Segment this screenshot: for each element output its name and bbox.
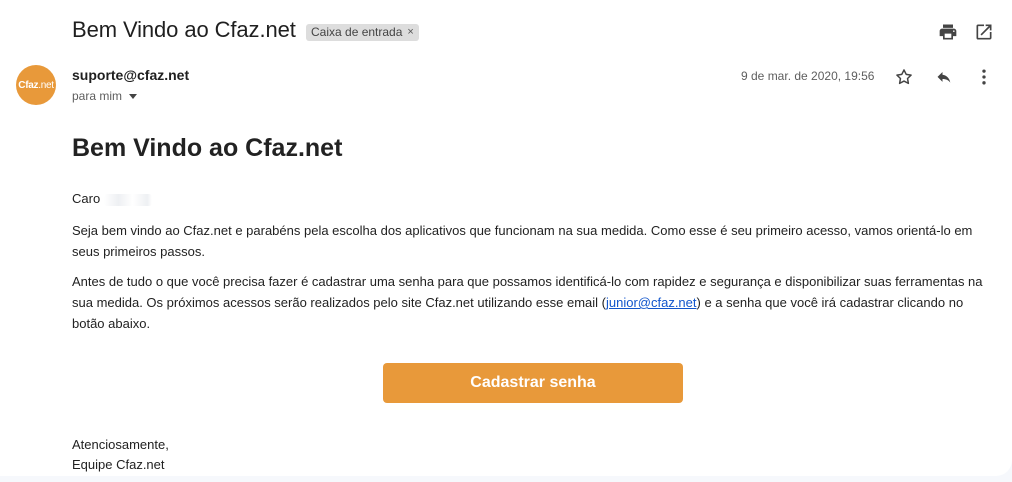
closing-text: Atenciosamente,	[72, 437, 169, 452]
email-link[interactable]: junior@cfaz.net	[606, 295, 697, 310]
star-icon[interactable]	[893, 66, 915, 88]
avatar-text-bold: Cfaz	[18, 79, 39, 91]
sender-avatar[interactable]: Cfaz .net	[16, 65, 56, 105]
paragraph-2: Antes de tudo o que você precisa fazer é…	[72, 271, 992, 334]
sender-email: suporte@cfaz.net	[72, 67, 190, 83]
open-in-new-window-icon[interactable]	[974, 22, 994, 42]
paragraph-1: Seja bem vindo ao Cfaz.net e parabéns pe…	[72, 223, 973, 259]
email-heading: Bem Vindo ao Cfaz.net	[72, 134, 343, 162]
email-subject: Bem Vindo ao Cfaz.net	[72, 17, 296, 42]
signature-text: Equipe Cfaz.net	[72, 457, 165, 472]
email-view: Bem Vindo ao Cfaz.net Caixa de entrada ×…	[0, 0, 1012, 476]
register-password-button[interactable]: Cadastrar senha	[383, 363, 683, 403]
greeting-text: Caro	[72, 191, 101, 206]
greeting: Caro	[72, 188, 992, 209]
email-date: 9 de mar. de 2020, 19:56	[741, 69, 875, 83]
redacted-name	[103, 193, 152, 206]
remove-label-button[interactable]: ×	[407, 24, 413, 41]
label-chip-text: Caixa de entrada	[311, 25, 403, 39]
recipient-details-toggle[interactable]: para mim	[72, 89, 138, 103]
recipient-label: para mim	[72, 89, 123, 103]
avatar-text-thin: .net	[38, 79, 54, 91]
print-icon[interactable]	[938, 22, 958, 42]
more-options-icon[interactable]	[973, 66, 995, 88]
label-chip-inbox[interactable]: Caixa de entrada ×	[306, 24, 419, 41]
dropdown-caret-icon	[129, 93, 138, 99]
reply-icon[interactable]	[933, 66, 955, 88]
